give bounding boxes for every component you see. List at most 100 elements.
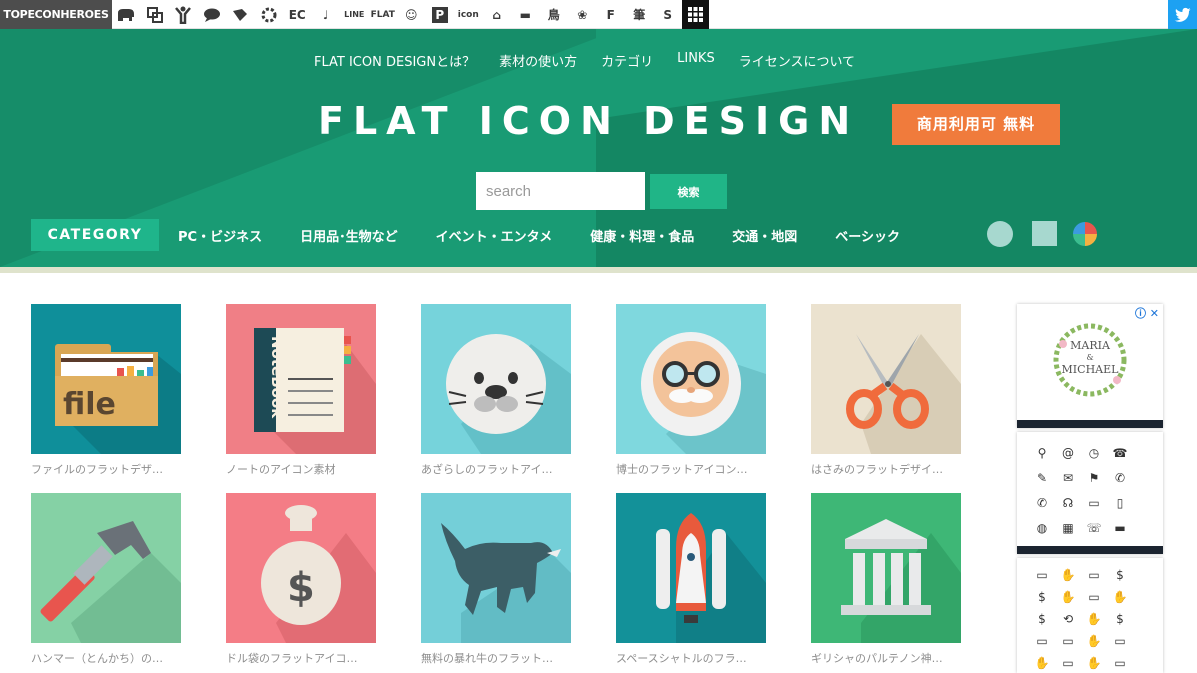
category-transport-map[interactable]: 交通・地図: [732, 226, 797, 245]
nav-links[interactable]: LINKS: [677, 51, 715, 70]
money-bag-icon[interactable]: $: [226, 493, 376, 643]
icon-text-icon[interactable]: icon: [454, 0, 483, 29]
filter-square-icon[interactable]: [1032, 221, 1057, 246]
space-shuttle-icon[interactable]: [616, 493, 766, 643]
site-logo[interactable]: FLAT ICON DESIGN: [318, 99, 859, 143]
sofa-icon[interactable]: ▬: [511, 0, 540, 29]
grid-menu-icon[interactable]: [682, 0, 709, 29]
bull-icon[interactable]: [421, 493, 571, 643]
ad-card-icon: ▭: [1062, 656, 1074, 670]
icon-card[interactable]: $ ドル袋のフラットアイコ…: [226, 493, 376, 666]
card-caption[interactable]: スペースシャトルのフラ…: [616, 650, 768, 666]
ad-exchange-icon: ⟲: [1062, 612, 1074, 626]
icon-card[interactable]: スペースシャトルのフラ…: [616, 493, 766, 666]
brand-link[interactable]: TOPECONHEROES: [0, 0, 112, 29]
bird-kanji-icon[interactable]: 鳥: [540, 0, 569, 29]
ad-icon-grid: ▭ ✋ ▭ $ $ ✋ ▭ ✋ $ ⟲ ✋ $ ▭ ▭ ✋ ▭ ✋ ▭ ✋ ▭: [1029, 564, 1133, 673]
nav-license[interactable]: ライセンスについて: [739, 51, 855, 70]
card-caption[interactable]: ノートのアイコン素材: [226, 461, 378, 477]
person-cheer-icon[interactable]: [169, 0, 198, 29]
ad-cash-icon: ▭: [1036, 568, 1048, 582]
professor-icon[interactable]: [616, 304, 766, 454]
ad-edit-icon: ✎: [1036, 470, 1048, 485]
icon-card[interactable]: あざらしのフラットアイ…: [421, 304, 571, 477]
search-input[interactable]: [476, 172, 645, 210]
ad-finance-icons[interactable]: ▭ ✋ ▭ $ $ ✋ ▭ ✋ $ ⟲ ✋ $ ▭ ▭ ✋ ▭ ✋ ▭ ✋ ▭: [1017, 558, 1163, 673]
ad-card-icon: ▭: [1088, 590, 1100, 604]
twitter-icon[interactable]: [1168, 0, 1197, 29]
ad-chat-icon: ▬: [1114, 520, 1126, 535]
elephant-icon[interactable]: [112, 0, 141, 29]
hammer-icon[interactable]: [31, 493, 181, 643]
ad-call-icon: ✆: [1114, 470, 1126, 485]
icon-card[interactable]: はさみのフラットデザイ…: [811, 304, 961, 477]
card-caption[interactable]: ギリシャのパルテノン神…: [811, 650, 963, 666]
category-daily-goods[interactable]: 日用品･生物など: [300, 226, 398, 245]
header-divider: [0, 267, 1197, 273]
ad-contact-icons[interactable]: ⚲ @ ◷ ☎ ✎ ✉ ⚑ ✆ ✆ ☊ ▭ ▯ ◍ ▦ ☏ ▬: [1017, 432, 1163, 554]
parthenon-icon[interactable]: [811, 493, 961, 643]
ad-hand-icon: ✋: [1060, 590, 1076, 604]
ad-wedding[interactable]: ⓘ ✕ MARIA & MICHAEL: [1017, 304, 1163, 428]
filter-circle-icon[interactable]: [987, 221, 1013, 247]
brush-kanji-icon[interactable]: 筆: [625, 0, 654, 29]
notebook-icon[interactable]: NoteBook: [226, 304, 376, 454]
filter-color-icon[interactable]: [1073, 222, 1097, 246]
card-caption[interactable]: ファイルのフラットデザ…: [31, 461, 183, 477]
parking-icon[interactable]: P: [426, 0, 455, 29]
tag-icon[interactable]: [226, 0, 255, 29]
ad-dollar-icon: $: [1116, 612, 1124, 626]
ad-phone-icon: ☎: [1112, 445, 1128, 460]
s-logo-icon[interactable]: S: [654, 0, 683, 29]
card-caption[interactable]: はさみのフラットデザイ…: [811, 461, 963, 477]
line-icon[interactable]: LINE: [340, 0, 369, 29]
card-caption[interactable]: ドル袋のフラットアイコ…: [226, 650, 378, 666]
ad-mail-icon: ✉: [1062, 470, 1074, 485]
seal-icon[interactable]: [421, 304, 571, 454]
ad-mobile-icon: ▯: [1116, 495, 1124, 510]
nav-usage[interactable]: 素材の使い方: [499, 51, 577, 70]
pattern-icon[interactable]: ❀: [568, 0, 597, 29]
icon-card[interactable]: ギリシャのパルテノン神…: [811, 493, 961, 666]
flat-icon[interactable]: FLAT: [369, 0, 398, 29]
scissors-icon[interactable]: [811, 304, 961, 454]
music-note-icon[interactable]: ♩: [312, 0, 341, 29]
top-bar: TOPECONHEROES EC ♩ LINE FLAT ☺ P icon ⌂ …: [0, 0, 1197, 29]
card-caption[interactable]: ハンマー（とんかち）の…: [31, 650, 183, 666]
card-caption[interactable]: 無料の暴れ牛のフラット…: [421, 650, 573, 666]
f-logo-icon[interactable]: F: [597, 0, 626, 29]
copy-icon[interactable]: [141, 0, 170, 29]
icon-card[interactable]: 無料の暴れ牛のフラット…: [421, 493, 571, 666]
ad-close-icon[interactable]: ⓘ ✕: [1135, 305, 1159, 321]
card-caption[interactable]: 博士のフラットアイコン…: [616, 461, 768, 477]
card-caption[interactable]: あざらしのフラットアイ…: [421, 461, 573, 477]
ad-footer: [1017, 546, 1163, 554]
ad-support-icon: ☏: [1086, 520, 1102, 535]
house-icon[interactable]: ⌂: [483, 0, 512, 29]
ad-calendar-icon: ▦: [1062, 520, 1074, 535]
ec-icon[interactable]: EC: [283, 0, 312, 29]
svg-text:$: $: [287, 565, 315, 611]
ad-hand-icon: ✋: [1034, 656, 1050, 670]
ad-footer: [1017, 420, 1163, 428]
folder-icon[interactable]: file: [31, 304, 181, 454]
nav-about[interactable]: FLAT ICON DESIGNとは？: [314, 51, 475, 70]
category-health-food[interactable]: 健康・料理・食品: [590, 226, 694, 245]
category-event[interactable]: イベント・エンタメ: [436, 226, 553, 245]
ad-location-icon: ⚲: [1037, 445, 1047, 460]
icon-card[interactable]: ハンマー（とんかち）の…: [31, 493, 181, 666]
icon-card[interactable]: NoteBook ノートのアイコン素材: [226, 304, 376, 477]
icon-card[interactable]: file ファイルのフラットデザ…: [31, 304, 181, 477]
speech-bubble-icon[interactable]: [198, 0, 227, 29]
search-button[interactable]: 検索: [650, 174, 727, 209]
ad-hand-icon: ✋: [1112, 590, 1128, 604]
category-pc-business[interactable]: PC・ビジネス: [178, 226, 262, 245]
smile-icon[interactable]: ☺: [397, 0, 426, 29]
ad-hand-icon: ✋: [1086, 634, 1102, 648]
category-label[interactable]: CATEGORY: [31, 219, 159, 251]
nav-category[interactable]: カテゴリ: [601, 51, 653, 70]
gear-flower-icon[interactable]: [255, 0, 284, 29]
ad-hand-icon: ✋: [1060, 568, 1076, 582]
category-basic[interactable]: ベーシック: [835, 226, 900, 245]
icon-card[interactable]: 博士のフラットアイコン…: [616, 304, 766, 477]
